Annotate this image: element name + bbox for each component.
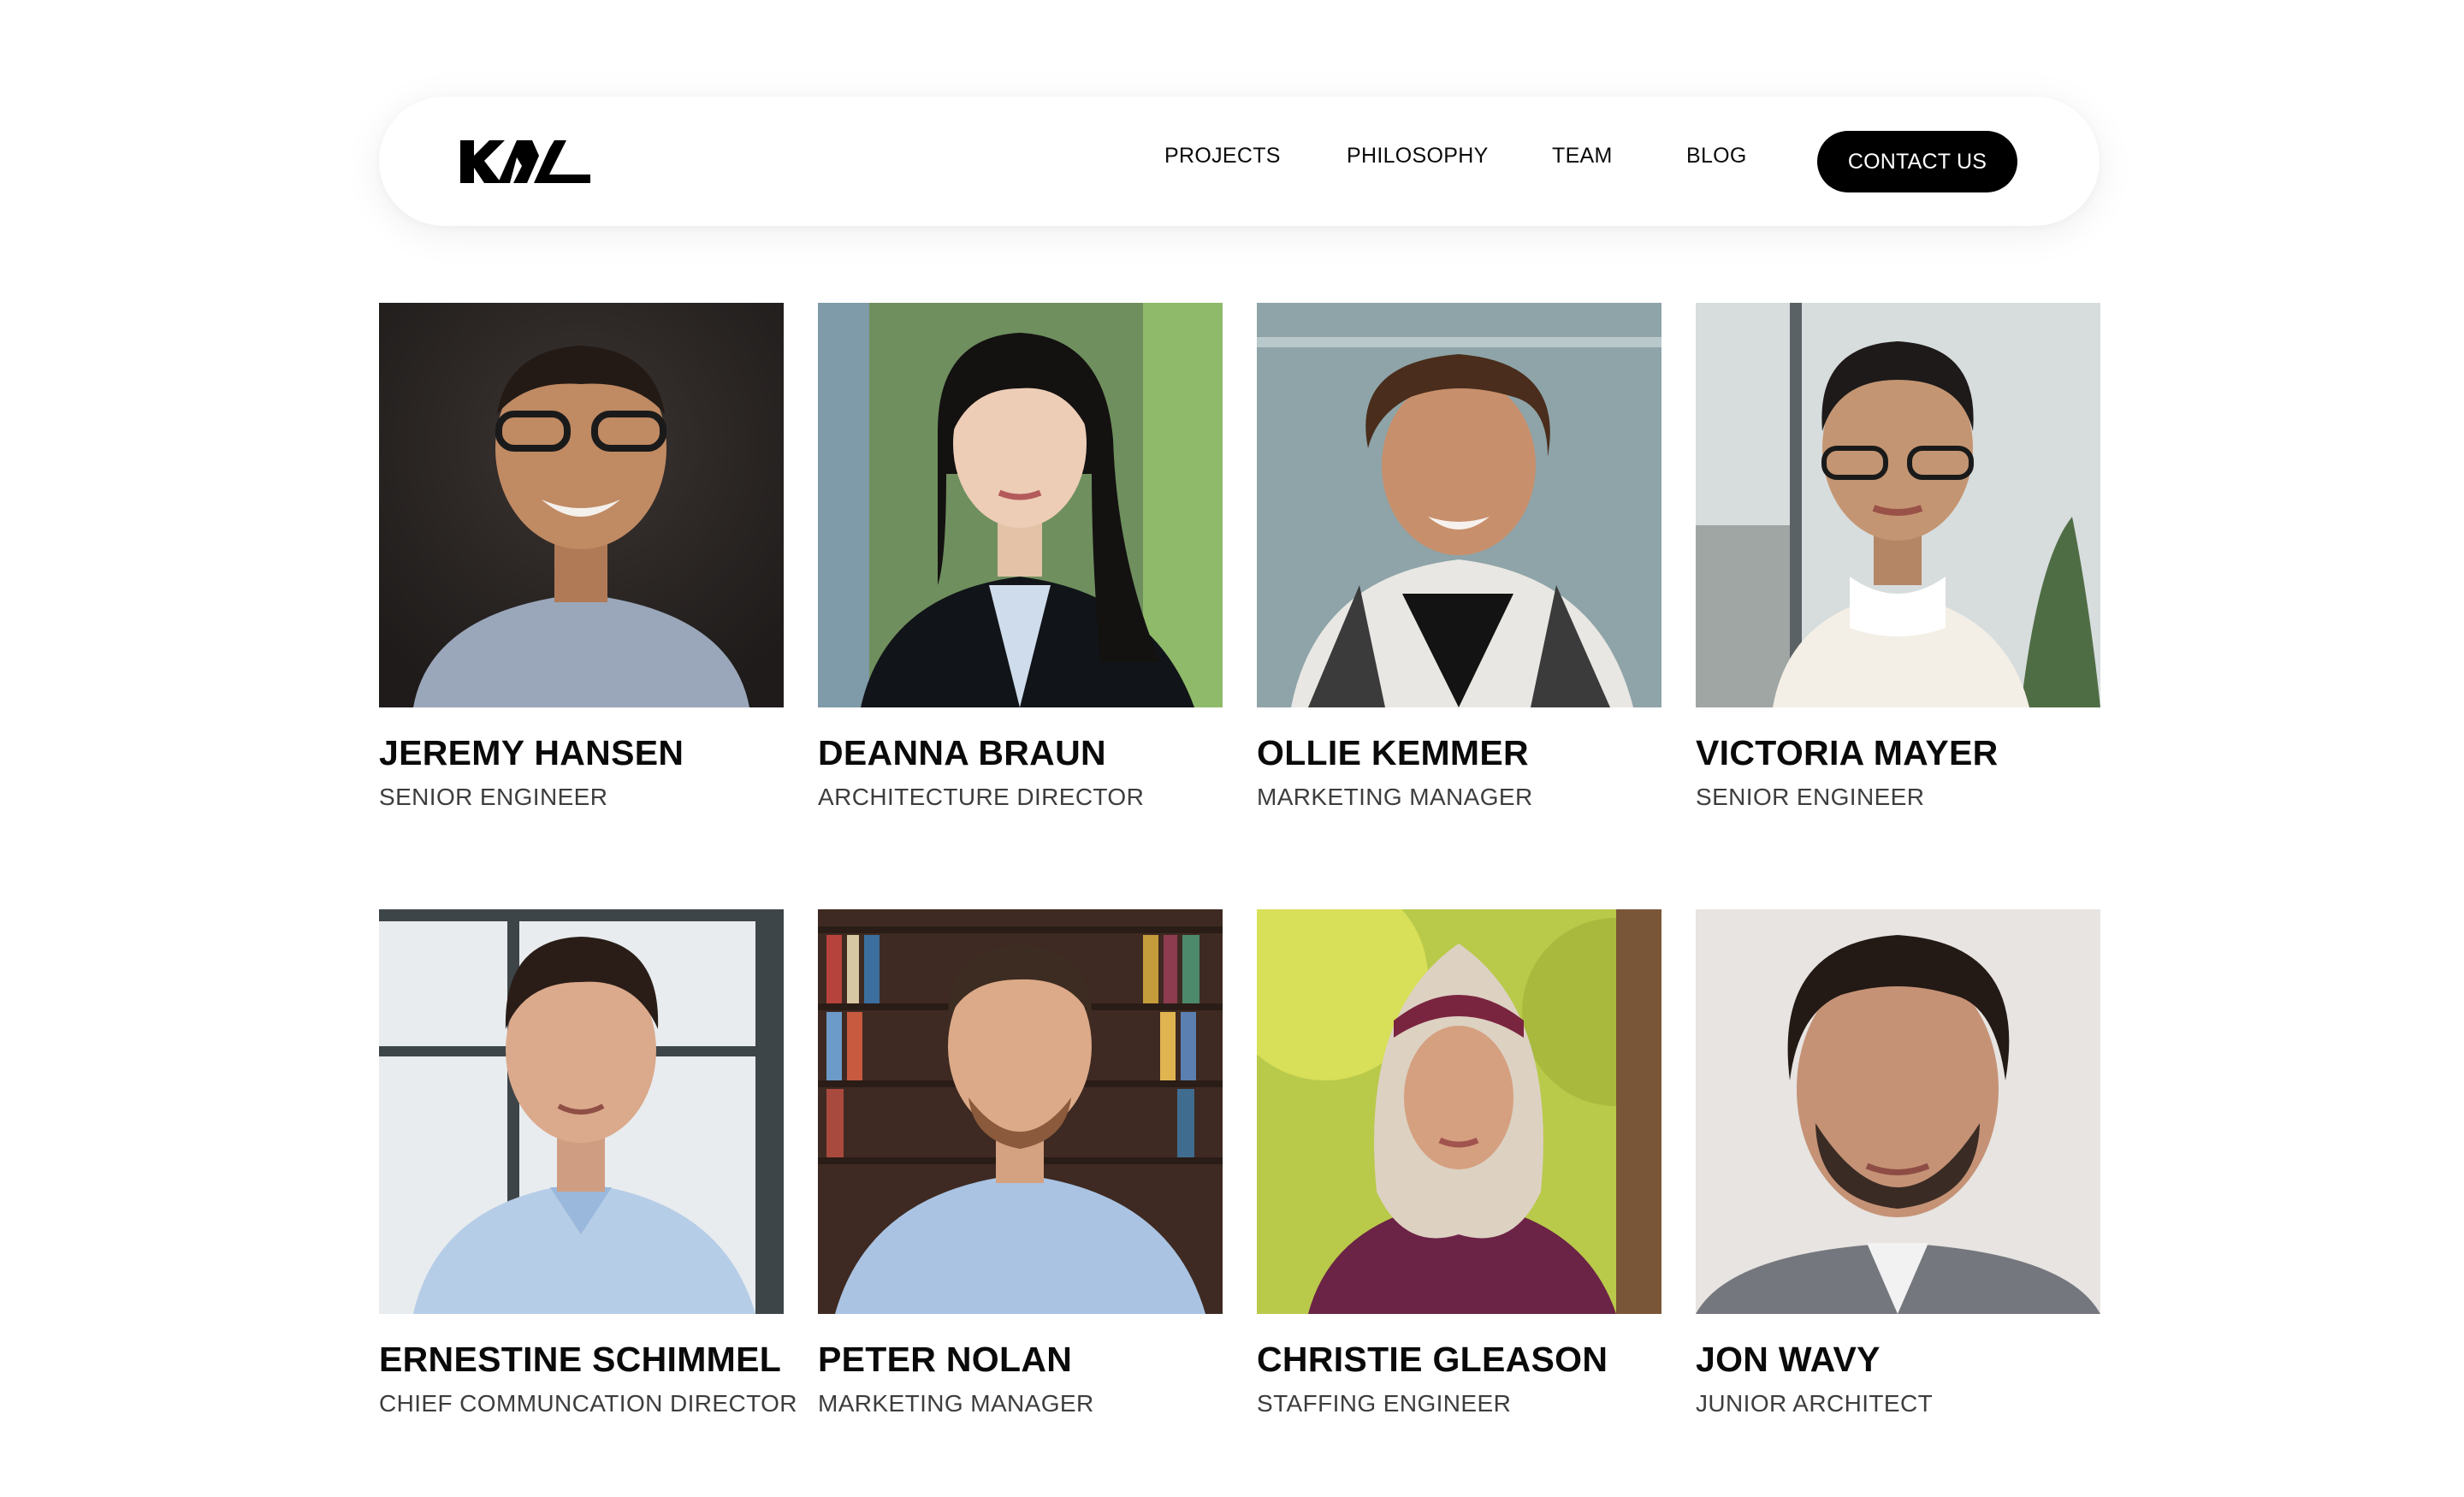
portrait-photo-icon — [1257, 909, 1661, 1314]
team-member-card: OLLIE KEMMER MARKETING MANAGER — [1257, 303, 1661, 811]
member-role: SENIOR ENGINEER — [379, 784, 608, 810]
member-photo — [379, 909, 784, 1314]
team-member-card: DEANNA BRAUN ARCHITECTURE DIRECTOR — [818, 303, 1223, 811]
nav-link-projects[interactable]: PROJECTS — [1164, 144, 1281, 169]
nav-link-team[interactable]: TEAM — [1552, 144, 1613, 169]
portrait-photo-icon — [818, 909, 1223, 1314]
member-name: OLLIE KEMMER — [1257, 733, 1529, 772]
member-photo — [818, 303, 1223, 707]
portrait-photo-icon — [379, 303, 784, 707]
member-role: STAFFING ENGINEER — [1257, 1390, 1512, 1417]
portrait-photo-icon — [1696, 303, 2100, 707]
member-role: SENIOR ENGINEER — [1696, 784, 1925, 810]
member-name: CHRISTIE GLEASON — [1257, 1340, 1608, 1379]
portrait-photo-icon — [1257, 303, 1661, 707]
member-photo — [1696, 303, 2100, 707]
member-role: MARKETING MANAGER — [1257, 784, 1533, 810]
portrait-photo-icon — [818, 303, 1223, 707]
member-name: PETER NOLAN — [818, 1340, 1073, 1379]
member-role: JUNIOR ARCHITECT — [1696, 1390, 1934, 1417]
member-photo — [818, 909, 1223, 1314]
member-photo — [1696, 909, 2100, 1314]
member-photo — [1257, 303, 1661, 707]
portrait-photo-icon — [379, 909, 784, 1314]
member-role: CHIEF COMMUNCATION DIRECTOR — [379, 1390, 797, 1417]
member-photo — [379, 303, 784, 707]
member-name: JEREMY HANSEN — [379, 733, 684, 772]
member-role: ARCHITECTURE DIRECTOR — [818, 784, 1145, 810]
nav-link-philosophy[interactable]: PHILOSOPHY — [1347, 144, 1489, 169]
member-name: ERNESTINE SCHIMMEL — [379, 1340, 782, 1379]
team-member-card: JEREMY HANSEN SENIOR ENGINEER — [379, 303, 784, 811]
member-name: VICTORIA MAYER — [1696, 733, 1999, 772]
portrait-photo-icon — [1696, 909, 2100, 1314]
member-name: JON WAVY — [1696, 1340, 1881, 1379]
member-photo — [1257, 909, 1661, 1314]
team-member-card: JON WAVY JUNIOR ARCHITECT — [1696, 909, 2100, 1417]
team-member-card: PETER NOLAN MARKETING MANAGER — [818, 909, 1223, 1417]
team-member-card: CHRISTIE GLEASON STAFFING ENGINEER — [1257, 909, 1661, 1417]
site-header: PROJECTS PHILOSOPHY TEAM BLOG CONTACT US — [379, 97, 2100, 226]
nav-link-blog[interactable]: BLOG — [1686, 144, 1747, 169]
member-role: MARKETING MANAGER — [818, 1390, 1094, 1417]
team-member-card: VICTORIA MAYER SENIOR ENGINEER — [1696, 303, 2100, 811]
team-member-card: ERNESTINE SCHIMMEL CHIEF COMMUNCATION DI… — [379, 909, 797, 1417]
contact-us-button[interactable]: CONTACT US — [1817, 131, 2017, 192]
member-name: DEANNA BRAUN — [818, 733, 1106, 772]
